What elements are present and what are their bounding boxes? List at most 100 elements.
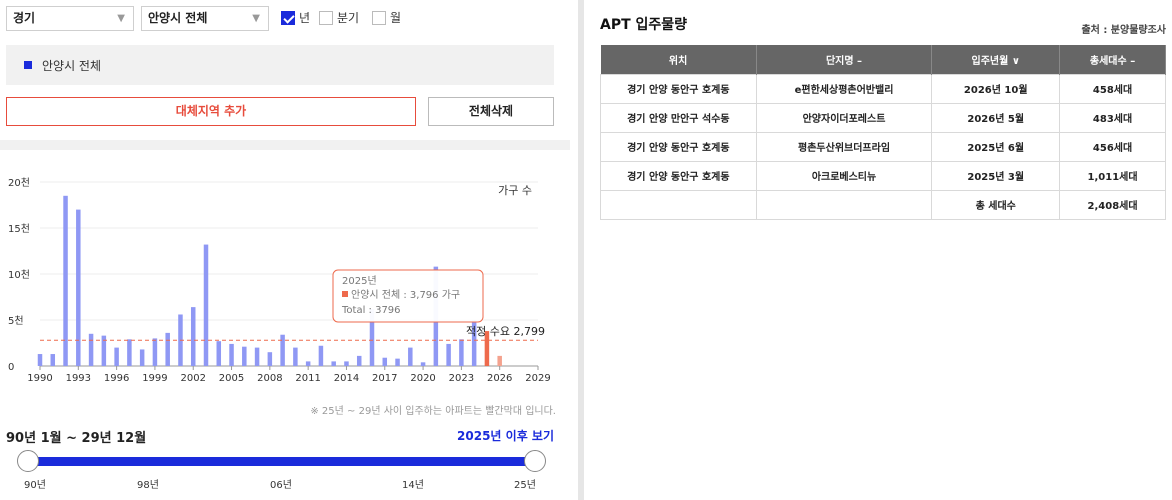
bar [114, 347, 119, 366]
cell-location: 경기 안양 동안구 호계동 [600, 131, 757, 162]
y-tick-label: 10천 [8, 269, 30, 281]
bar [420, 362, 426, 366]
bar [356, 355, 362, 366]
x-tick-label: 1999 [142, 373, 167, 384]
bar [254, 347, 260, 366]
x-tick-label: 2026 [487, 373, 512, 384]
bar [139, 349, 145, 366]
bar [408, 347, 413, 366]
cell-households: 456세대 [1059, 131, 1166, 162]
y-tick-label: 20천 [8, 177, 30, 189]
bar [344, 361, 349, 366]
slider-end-handle[interactable] [524, 450, 546, 472]
bar [76, 209, 81, 366]
bar [446, 343, 451, 366]
city-value: 안양시 전체 [148, 11, 208, 25]
tooltip-total: Total : 3796 [341, 305, 401, 316]
x-tick-label: 2020 [410, 373, 435, 384]
year-label: 년 [299, 11, 311, 25]
x-tick-label: 1990 [27, 373, 52, 384]
bar [280, 334, 285, 366]
table-row[interactable]: 경기 안양 동안구 호계동 평촌두산위브더프라임 2025년 6월 456세대 [600, 131, 1166, 162]
x-tick-label: 2011 [295, 373, 320, 384]
chart-note: ※ 25년 ~ 29년 사이 입주하는 아파트는 빨간막대 입니다. [310, 406, 556, 417]
tooltip-series-marker [342, 291, 348, 297]
chevron-down-icon: ▼ [252, 13, 260, 24]
cell-location: 경기 안양 동안구 호계동 [600, 73, 757, 104]
tooltip-year: 2025년 [342, 275, 377, 287]
tooltip-series-value: 안양시 전체 : 3,796 가구 [351, 289, 460, 301]
x-tick-label: 2008 [257, 373, 282, 384]
selected-region-box: 안양시 전체 [6, 45, 554, 85]
slider-tick-label: 06년 [270, 480, 292, 491]
year-checkbox[interactable] [281, 11, 295, 25]
y-tick-label: 15천 [8, 223, 30, 235]
y-tick-label: 5천 [8, 315, 24, 327]
delete-all-button[interactable]: 전체삭제 [428, 97, 554, 126]
column-header-movein[interactable]: 입주년월 ∨ [931, 45, 1061, 74]
cell-households: 458세대 [1059, 73, 1166, 104]
bar [190, 307, 196, 366]
unit-label: 가구 수 [498, 184, 532, 197]
supply-bar-chart: 0 5천 10천 15천 20천 1990 1993 1996 1999 2002 2005 2008… [8, 177, 551, 384]
bar [165, 332, 170, 366]
period-slider-track[interactable] [28, 457, 536, 466]
slider-start-handle[interactable] [17, 450, 39, 472]
section-separator [0, 140, 570, 150]
cell-location: 경기 안양 동안구 호계동 [600, 160, 757, 191]
slider-tick-label: 90년 [24, 480, 46, 491]
apt-supply-table: 위치 단지명 – 입주년월 ∨ 총세대수 – 경기 안양 동안구 호계동 e편한… [600, 45, 1166, 220]
cell-movein: 2025년 6월 [931, 131, 1061, 162]
table-row[interactable]: 경기 안양 동안구 호계동 아크로베스티뉴 2025년 3월 1,011세대 [600, 160, 1166, 191]
city-select[interactable]: 안양시 전체 ▼ [141, 6, 269, 31]
cell-location: 경기 안양 만안구 석수동 [600, 102, 757, 133]
bar [37, 354, 43, 366]
period-range-label: 90년 1월 ~ 29년 12월 [6, 431, 147, 446]
legend-square-icon [24, 61, 32, 69]
column-header-complex[interactable]: 단지명 – [756, 45, 933, 74]
total-label: 총 세대수 [931, 189, 1061, 220]
column-header-households[interactable]: 총세대수 – [1059, 45, 1166, 74]
table-row[interactable]: 경기 안양 만안구 석수동 안양자이더포레스트 2026년 5월 483세대 [600, 102, 1166, 133]
bar [127, 339, 132, 366]
bar [293, 347, 298, 366]
x-tick-label: 2029 [525, 373, 550, 384]
cell-complex: e편한세상평촌어반밸리 [755, 73, 933, 104]
cell-complex: 평촌두산위브더프라임 [755, 131, 933, 162]
x-tick-label: 2014 [334, 373, 359, 384]
apt-panel-title: APT 입주물량 [600, 17, 688, 33]
month-checkbox[interactable] [372, 11, 386, 25]
table-row[interactable]: 경기 안양 동안구 호계동 e편한세상평촌어반밸리 2026년 10월 458세… [600, 73, 1166, 104]
show-after-2025-link[interactable]: 2025년 이후 보기 [457, 427, 554, 444]
quarter-checkbox[interactable] [319, 11, 333, 25]
cell-movein: 2026년 5월 [931, 102, 1061, 133]
y-tick-label: 0 [8, 362, 14, 373]
bar [497, 355, 502, 366]
column-header-location[interactable]: 위치 [600, 45, 757, 74]
bar [382, 357, 388, 366]
bar [88, 333, 94, 366]
bar [242, 346, 247, 366]
supply-filter-panel: 경기 ▼ 안양시 전체 ▼ 년 분기 월 안양시 전체 대체지역 추가 전체삭제… [0, 0, 570, 500]
province-select[interactable]: 경기 ▼ [6, 6, 134, 31]
cell-movein: 2025년 3월 [931, 160, 1061, 191]
cell-movein: 2026년 10월 [931, 73, 1061, 104]
bar [203, 244, 209, 366]
data-source-label: 출처 : 분양물량조사 [1081, 25, 1166, 36]
x-tick-label: 1993 [66, 373, 91, 384]
total-value: 2,408세대 [1059, 189, 1166, 220]
bar [305, 361, 311, 366]
x-tick-label: 1996 [104, 373, 129, 384]
cell-households: 1,011세대 [1059, 160, 1166, 191]
x-tick-label: 2002 [181, 373, 206, 384]
table-total-row: 총 세대수 2,408세대 [600, 189, 1166, 220]
slider-tick-label: 98년 [137, 480, 159, 491]
cell-households: 483세대 [1059, 102, 1166, 133]
bar [50, 354, 56, 366]
bar [459, 339, 464, 366]
bar [318, 345, 324, 366]
bar [229, 343, 234, 366]
add-region-button[interactable]: 대체지역 추가 [6, 97, 416, 126]
quarter-label: 분기 [337, 11, 360, 25]
bar [331, 361, 336, 366]
